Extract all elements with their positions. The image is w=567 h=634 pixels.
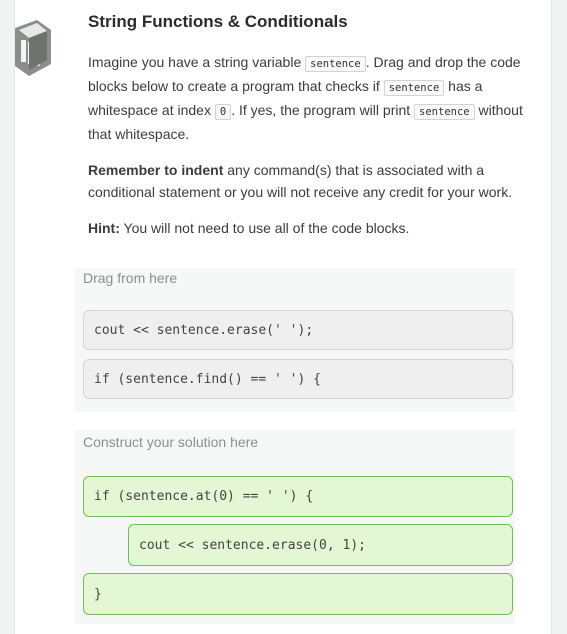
course-logo-icon (15, 20, 51, 76)
code-block-close-brace[interactable]: } (83, 573, 513, 615)
instructions: String Functions & Conditionals Imagine … (88, 10, 533, 239)
intro-paragraph: Imagine you have a string variable sente… (88, 51, 533, 145)
solution-area-label: Construct your solution here (83, 434, 259, 450)
hint-text: You will not need to use all of the code… (119, 220, 410, 236)
code-sentence: sentence (414, 104, 475, 120)
code-index: 0 (214, 104, 232, 120)
code-block-erase-index[interactable]: cout << sentence.erase(0, 1); (128, 524, 513, 566)
drag-area-label: Drag from here (83, 270, 178, 286)
code-block-erase-space[interactable]: cout << sentence.erase(' '); (83, 310, 513, 350)
code-sentence: sentence (305, 56, 366, 72)
intro-text: . If yes, the program will print (231, 102, 415, 118)
drag-area[interactable]: Drag from here cout << sentence.erase(' … (75, 268, 515, 412)
hint-bold: Hint: (88, 220, 120, 236)
remember-bold: Remember to indent (88, 162, 224, 178)
code-sentence: sentence (383, 80, 445, 96)
code-block-if-at[interactable]: if (sentence.at(0) == ' ') { (83, 476, 513, 517)
page-title: String Functions & Conditionals (88, 12, 348, 31)
hint-paragraph: Hint: You will not need to use all of th… (88, 217, 533, 239)
code-block-if-find[interactable]: if (sentence.find() == ' ') { (83, 359, 513, 399)
solution-area[interactable]: Construct your solution here if (sentenc… (75, 430, 515, 624)
remember-paragraph: Remember to indent any command(s) that i… (88, 159, 533, 203)
intro-text: Imagine you have a string variable (88, 54, 306, 70)
